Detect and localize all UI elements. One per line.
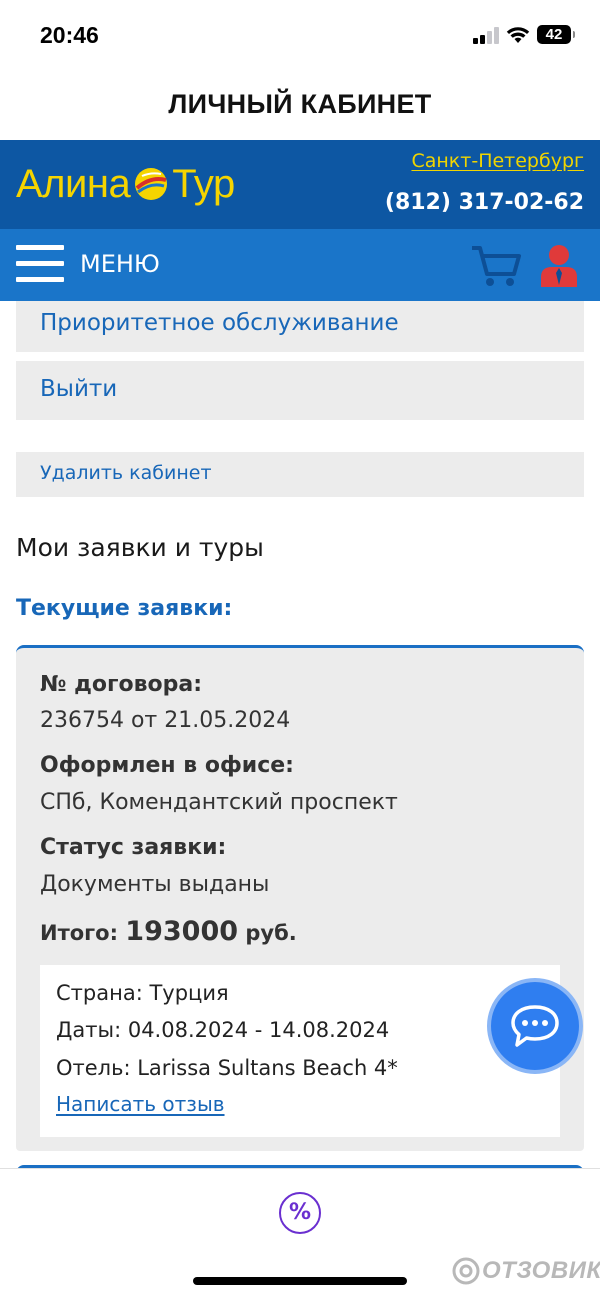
order-total: Итого: 193000 руб. <box>40 916 297 947</box>
menu-item-priority-service[interactable]: Приоритетное обслуживание <box>16 301 584 352</box>
contract-value: 236754 от 21.05.2024 <box>40 708 291 733</box>
office-label: Оформлен в офисе: <box>40 753 294 778</box>
total-amount: 193000 <box>125 916 239 947</box>
status-time: 20:46 <box>40 22 99 48</box>
nav-bar: МЕНЮ <box>0 229 600 301</box>
total-label: Итого: <box>40 921 118 945</box>
bottom-bar: % ОТЗОВИК <box>0 1168 600 1299</box>
order-card: № договора: 236754 от 21.05.2024 Оформле… <box>16 645 584 1151</box>
wifi-icon <box>506 27 530 43</box>
logo-text-left: Алина <box>16 162 131 206</box>
home-indicator[interactable] <box>193 1277 407 1285</box>
city-selector[interactable]: Санкт-Петербург <box>411 150 584 172</box>
write-review-link[interactable]: Написать отзыв <box>56 1092 225 1116</box>
chat-bubble-icon <box>511 1005 559 1047</box>
watermark-text: ОТЗОВИК <box>482 1257 600 1284</box>
cellular-signal-icon <box>473 26 501 44</box>
logo-text-right: Тур <box>172 162 235 206</box>
chat-button[interactable] <box>487 978 583 1074</box>
discount-percent-icon[interactable]: % <box>279 1192 321 1234</box>
office-value: СПб, Комендантский проспект <box>40 790 398 815</box>
status-bar: 20:46 42 <box>0 0 600 72</box>
tour-dates: Даты: 04.08.2024 - 14.08.2024 <box>56 1018 390 1042</box>
status-label: Статус заявки: <box>40 835 227 860</box>
site-header: Алина Тур Санкт-Петербург (812) 317-02-6… <box>0 140 600 229</box>
current-orders-title: Текущие заявки: <box>16 596 233 621</box>
menu-label[interactable]: МЕНЮ <box>80 250 160 278</box>
hamburger-menu-icon[interactable] <box>16 245 64 283</box>
globe-icon <box>135 168 168 200</box>
battery-icon: 42 <box>537 25 575 44</box>
tour-hotel: Отель: Larissa Sultans Beach 4* <box>56 1056 398 1080</box>
watermark-logo-icon <box>452 1257 480 1285</box>
contract-label: № договора: <box>40 672 203 697</box>
phone-number[interactable]: (812) 317-02-62 <box>385 190 584 215</box>
otzovik-watermark: ОТЗОВИК <box>452 1257 600 1285</box>
page-title: ЛИЧНЫЙ КАБИНЕТ <box>168 89 432 119</box>
user-account-icon[interactable] <box>540 243 578 287</box>
menu-item-logout[interactable]: Выйти <box>16 361 584 420</box>
cart-icon[interactable] <box>470 244 522 288</box>
tour-details: Страна: Турция Даты: 04.08.2024 - 14.08.… <box>40 965 560 1137</box>
total-currency: руб. <box>245 921 297 945</box>
site-logo[interactable]: Алина Тур <box>16 160 235 208</box>
menu-item-delete-account[interactable]: Удалить кабинет <box>16 452 584 497</box>
tour-country: Страна: Турция <box>56 981 229 1005</box>
status-value: Документы выданы <box>40 872 270 897</box>
section-title: Мои заявки и туры <box>16 533 264 562</box>
